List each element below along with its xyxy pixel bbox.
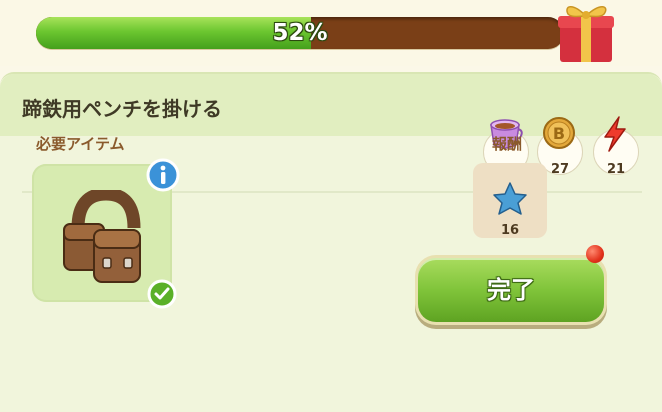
notification-dot [586, 245, 604, 263]
progress-bar: 52% [36, 17, 564, 49]
coin-icon: B [543, 117, 575, 149]
svg-text:B: B [553, 124, 565, 143]
resource-energy: 21 [593, 116, 639, 185]
reward-count: 16 [500, 223, 520, 238]
progress-percent: 52% [272, 20, 328, 46]
gift-box-icon[interactable] [550, 0, 620, 64]
required-items-label: 必要アイテム [36, 135, 125, 153]
complete-button[interactable]: 完了 [418, 258, 604, 322]
energy-bolt-icon [604, 116, 626, 152]
check-icon [147, 279, 177, 309]
task-title: 蹄鉄用ペンチを掛ける [22, 97, 222, 121]
blue-star-icon [493, 182, 527, 215]
saddlebag-icon [63, 190, 141, 283]
info-icon[interactable] [146, 158, 180, 192]
resource-energy-count: 21 [606, 162, 626, 177]
complete-button-label: 完了 [487, 276, 535, 304]
reward-label: 報酬 [492, 135, 523, 153]
reward-slot: 16 [473, 163, 547, 238]
